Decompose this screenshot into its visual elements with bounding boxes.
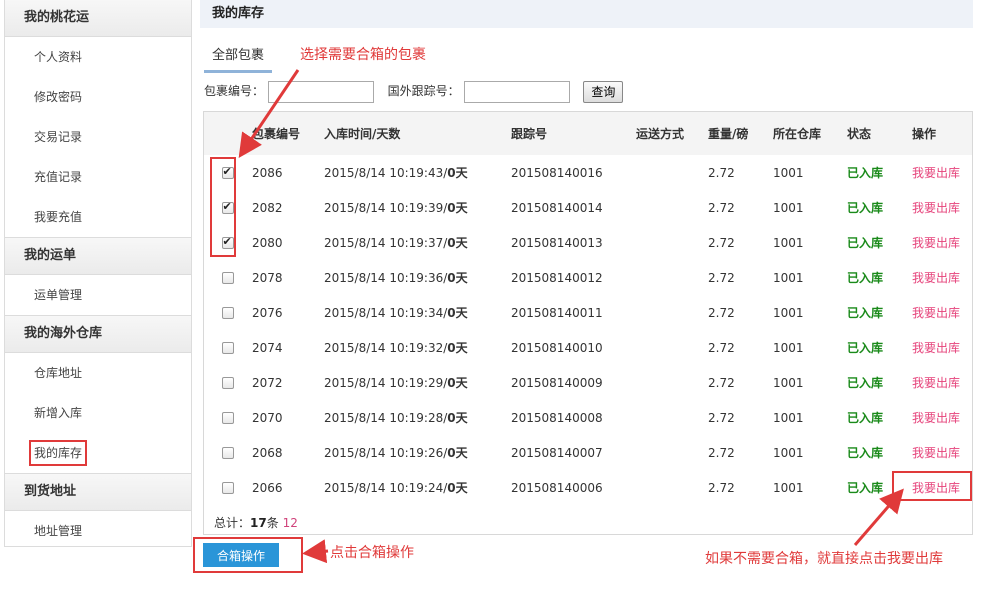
arrow-to-merge-button: [302, 539, 329, 564]
arrow-to-checkboxes: [238, 69, 300, 158]
arrow-to-ship-link: [853, 488, 904, 546]
annotation-arrows: [238, 69, 904, 564]
